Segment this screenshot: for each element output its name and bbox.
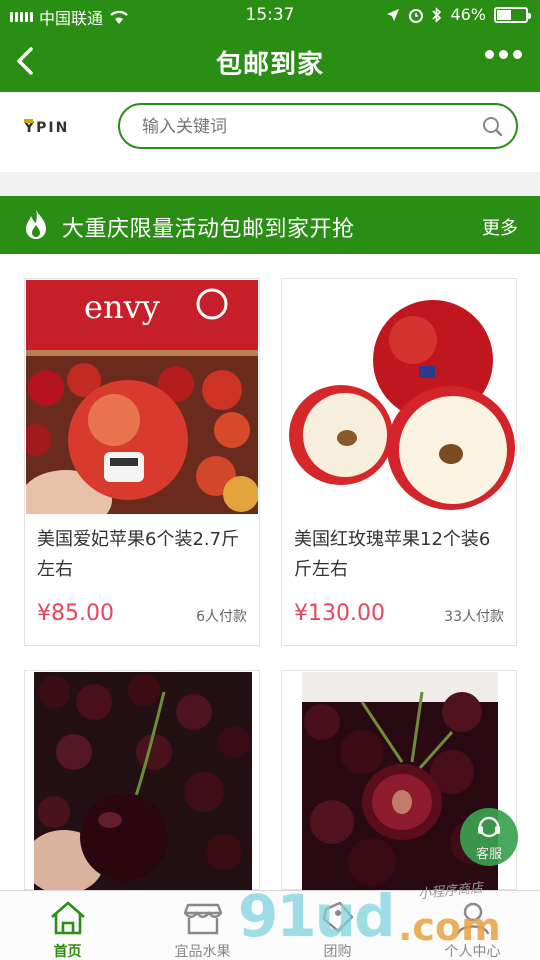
product-image[interactable] <box>283 280 515 514</box>
customer-service-button[interactable]: 客服 <box>460 808 518 866</box>
product-price: ¥130.00 <box>294 601 385 626</box>
search-box[interactable] <box>118 103 518 149</box>
battery-percent: 46% <box>450 5 486 24</box>
search-input[interactable] <box>142 115 462 139</box>
banner-title: 大重庆限量活动包邮到家开抢 <box>62 217 355 242</box>
tab-profile[interactable]: 个人中心 <box>405 891 540 960</box>
tab-fruit-store-label: 宜品水果 <box>174 944 231 960</box>
product-name: 美国红玫瑰苹果12个装6斤左右 <box>294 529 491 580</box>
group-buy-icon <box>322 901 354 933</box>
product-price: ¥85.00 <box>37 601 114 626</box>
tab-fruit-store[interactable]: 宜品水果 <box>135 891 270 960</box>
section-divider <box>0 172 540 196</box>
tab-profile-label: 个人中心 <box>444 944 501 960</box>
location-icon <box>387 8 400 21</box>
product-image[interactable] <box>34 672 252 890</box>
search-row: YPIN <box>0 92 540 172</box>
store-icon <box>183 903 223 935</box>
product-sold-count: 33人付款 <box>444 609 504 625</box>
battery-icon <box>494 6 531 23</box>
search-icon[interactable] <box>482 116 504 138</box>
dark-cherries-image <box>34 672 252 890</box>
tab-group-buy-label: 团购 <box>323 944 352 960</box>
page-title: 包邮到家 <box>215 50 324 80</box>
product-image[interactable]: envy <box>26 280 258 514</box>
product-card[interactable]: envy 美国爱妃苹果6个装2.7斤左右 ¥85.00 6人付款 <box>24 278 260 646</box>
product-name: 美国爱妃苹果6个装2.7斤左右 <box>37 529 240 580</box>
service-label: 客服 <box>475 847 502 862</box>
headset-icon <box>478 816 500 838</box>
home-icon <box>51 901 85 935</box>
user-icon <box>456 902 490 935</box>
envy-apple-image: envy <box>26 280 258 514</box>
nav-bar: 包邮到家 <box>0 30 540 92</box>
red-apple-image <box>283 280 515 514</box>
tab-home-label: 首页 <box>53 944 82 960</box>
fire-icon <box>26 209 46 239</box>
tab-bar: 首页 宜品水果 团购 个人中心 <box>0 890 540 960</box>
product-card[interactable]: 美国红玫瑰苹果12个装6斤左右 ¥130.00 33人付款 <box>281 278 517 646</box>
more-link[interactable]: 更多 <box>482 214 518 240</box>
product-sold-count: 6人付款 <box>196 609 247 625</box>
status-right: 46% <box>386 5 531 24</box>
brand-logo: YPIN <box>24 119 67 136</box>
promo-banner: 大重庆限量活动包邮到家开抢 更多 <box>0 196 540 254</box>
bluetooth-icon <box>432 6 442 23</box>
alarm-icon <box>409 8 424 23</box>
status-bar: 中国联通 15:37 46% <box>0 0 540 30</box>
tab-home[interactable]: 首页 <box>0 891 135 960</box>
product-card[interactable] <box>24 670 260 890</box>
envy-box-text: envy <box>84 288 160 326</box>
tab-group-buy[interactable]: 团购 <box>270 891 405 960</box>
more-menu-icon[interactable] <box>485 50 522 59</box>
